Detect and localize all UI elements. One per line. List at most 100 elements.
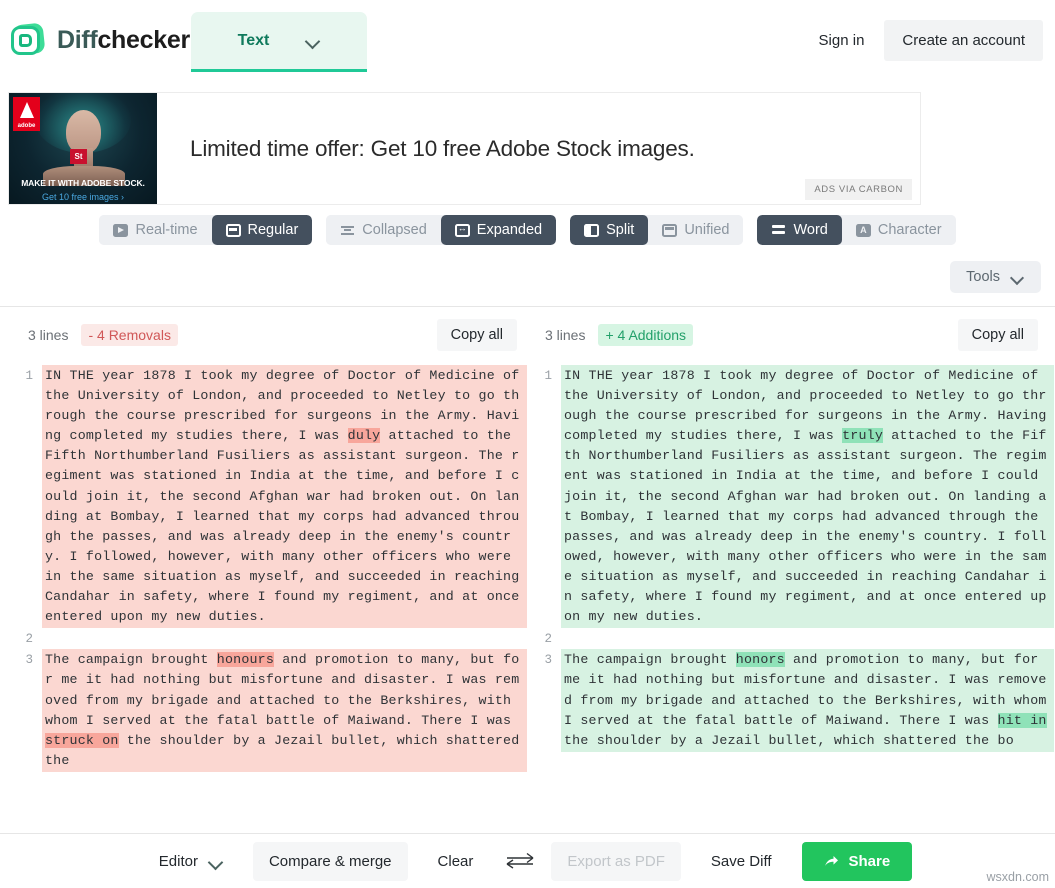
save-diff-button[interactable]: Save Diff	[695, 842, 788, 881]
split-view-icon	[584, 223, 600, 237]
diff-row: 2	[539, 628, 1054, 649]
right-copy-all-button[interactable]: Copy all	[957, 319, 1038, 351]
segmented-granularity-group: Word Character	[757, 215, 956, 245]
tools-dropdown-button[interactable]: Tools	[950, 261, 1041, 293]
diff-row: 1 IN THE year 1878 I took my degree of Do…	[20, 365, 528, 629]
line-number: 3	[544, 653, 552, 668]
ads-via-carbon-label[interactable]: ADS VIA CARBON	[805, 179, 912, 200]
brand-logo[interactable]: Diffchecker	[0, 0, 190, 58]
added-word: hit in	[997, 712, 1047, 728]
watermark-text: wsxdn.com	[986, 870, 1049, 884]
line-number: 1	[544, 369, 552, 383]
compare-merge-button[interactable]: Compare & merge	[252, 841, 408, 881]
diff-line-empty[interactable]	[561, 628, 1054, 648]
character-diff-icon	[855, 223, 871, 237]
mode-regular-label: Regular	[247, 222, 299, 238]
app-header: Diffchecker Text Sign in Create an accou…	[0, 0, 1055, 78]
chevron-down-icon	[208, 854, 223, 869]
ad-thumbnail-image[interactable]: adobe St MAKE IT WITH ADOBE STOCK. Get 1…	[9, 93, 157, 204]
line-number: 2	[25, 632, 33, 647]
granularity-word-button[interactable]: Word	[757, 215, 842, 245]
density-collapsed-label: Collapsed	[362, 222, 427, 238]
diff-line-removed[interactable]: The campaign brought honours and promoti…	[42, 649, 527, 772]
right-line-count: 3 lines	[545, 327, 586, 343]
diffchecker-logo-icon	[10, 22, 46, 58]
advertisement-region: adobe St MAKE IT WITH ADOBE STOCK. Get 1…	[0, 78, 1055, 205]
diff-pane-changed[interactable]: 1 IN THE year 1878 I took my degree of Do…	[527, 365, 1054, 785]
density-collapsed-button[interactable]: Collapsed	[326, 215, 441, 245]
create-account-button[interactable]: Create an account	[884, 20, 1043, 61]
bottom-action-bar: Editor Compare & merge Clear Export as P…	[0, 833, 1055, 888]
diff-text: The campaign brought	[45, 652, 217, 668]
mode-regular-button[interactable]: Regular	[211, 215, 313, 245]
segmented-layout-group: Split Unified	[570, 215, 744, 245]
ad-thumb-caption-link[interactable]: Get 10 free images ›	[9, 192, 157, 202]
tools-label: Tools	[966, 269, 1000, 285]
diff-line-empty[interactable]	[42, 628, 527, 648]
line-number: 2	[544, 632, 552, 647]
diff-row: 3 The campaign brought honours and promot…	[20, 649, 527, 772]
left-line-count: 3 lines	[28, 327, 69, 343]
adobe-stock-badge-icon: St	[70, 149, 87, 164]
diff-stats-left: 3 lines - 4 Removals Copy all	[0, 319, 527, 351]
diff-line-added[interactable]: The campaign brought honors and promotio…	[561, 649, 1054, 752]
granularity-character-button[interactable]: Character	[841, 215, 956, 245]
diffchecker-app: Diffchecker Text Sign in Create an accou…	[0, 0, 1055, 888]
share-arrow-icon	[824, 854, 839, 869]
added-word: truly	[842, 428, 884, 444]
mode-realtime-label: Real-time	[135, 222, 198, 238]
granularity-word-label: Word	[793, 222, 828, 238]
diff-line-added[interactable]: IN THE year 1878 I took my degree of Doc…	[561, 365, 1054, 629]
chevron-down-icon	[1010, 270, 1025, 285]
layout-split-label: Split	[606, 222, 635, 238]
granularity-character-label: Character	[877, 222, 942, 238]
carbon-ad[interactable]: adobe St MAKE IT WITH ADOBE STOCK. Get 1…	[8, 92, 921, 205]
diff-options-row-secondary: Tools	[12, 261, 1043, 293]
layout-split-button[interactable]: Split	[570, 215, 649, 245]
layout-unified-label: Unified	[684, 222, 730, 238]
removed-word: struck on	[45, 732, 119, 748]
diff-row: 1 IN THE year 1878 I took my degree of Do…	[539, 365, 1054, 629]
diff-stats-right: 3 lines + 4 Additions Copy all	[527, 319, 1054, 351]
left-copy-all-button[interactable]: Copy all	[436, 319, 517, 351]
line-number: 1	[25, 369, 33, 383]
diff-text: The campaign brought	[564, 652, 736, 668]
word-diff-icon	[771, 224, 786, 237]
ad-thumb-caption-primary: MAKE IT WITH ADOBE STOCK.	[21, 178, 145, 188]
diff-options-row-primary: Real-time Regular Collapsed Expanded	[12, 215, 1043, 245]
left-removals-badge: - 4 Removals	[81, 324, 178, 346]
unified-view-icon	[662, 223, 678, 237]
swap-arrows-icon[interactable]	[503, 851, 537, 871]
diff-line-removed[interactable]: IN THE year 1878 I took my degree of Doc…	[42, 365, 528, 629]
layout-unified-button[interactable]: Unified	[648, 215, 744, 245]
diff-panes: 1 IN THE year 1878 I took my degree of Do…	[0, 365, 1055, 785]
window-icon	[225, 223, 241, 237]
editor-dropdown-button[interactable]: Editor	[143, 842, 239, 881]
diff-pane-original[interactable]: 1 IN THE year 1878 I took my degree of Do…	[0, 365, 527, 785]
export-pdf-button[interactable]: Export as PDF	[551, 841, 681, 881]
collapse-icon	[340, 224, 355, 237]
density-expanded-button[interactable]: Expanded	[440, 215, 557, 245]
clear-button[interactable]: Clear	[422, 842, 490, 881]
expand-icon	[454, 222, 470, 237]
added-word: honors	[735, 652, 785, 668]
mode-realtime-button[interactable]: Real-time	[99, 215, 212, 245]
play-icon	[113, 223, 129, 237]
diff-text: attached to the Fifth Northumberland Fus…	[564, 428, 1047, 625]
removed-word: duly	[347, 428, 381, 444]
editor-label: Editor	[158, 852, 198, 870]
brand-name-second: checker	[97, 25, 190, 54]
header-actions: Sign in Create an account	[799, 0, 1055, 61]
diff-stats-bar: 3 lines - 4 Removals Copy all 3 lines + …	[0, 307, 1055, 351]
brand-name: Diffchecker	[57, 26, 190, 55]
chevron-down-icon	[305, 33, 320, 48]
density-expanded-label: Expanded	[476, 222, 543, 238]
diff-text: attached to the Fifth Northumberland Fus…	[45, 428, 528, 625]
segmented-mode-group: Real-time Regular	[99, 215, 313, 245]
share-label: Share	[848, 852, 891, 870]
share-button[interactable]: Share	[801, 841, 913, 881]
adobe-logo-icon: adobe	[13, 97, 40, 131]
diff-type-selector[interactable]: Text	[191, 12, 367, 72]
sign-in-button[interactable]: Sign in	[799, 21, 885, 60]
diff-row: 2	[20, 628, 527, 649]
